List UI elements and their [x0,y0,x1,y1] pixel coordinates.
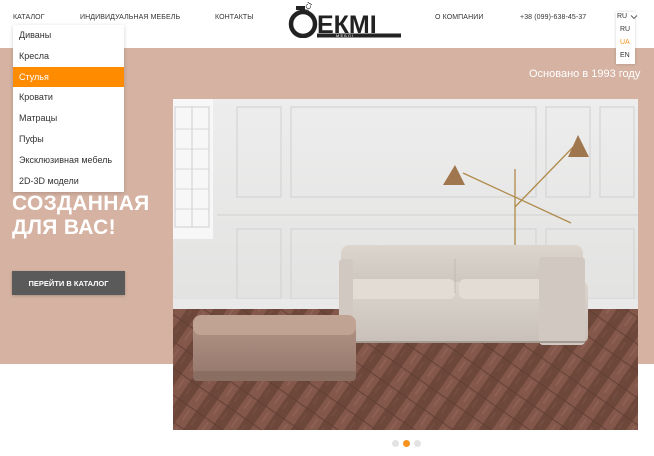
catalog-item-poufs[interactable]: Пуфы [13,129,124,150]
ekmi-logo[interactable]: АСПС ЕКМІ М Е Б Л І [286,2,404,38]
headline-line-2: ДЛЯ ВАС! [12,216,116,239]
slider-dot-3[interactable] [414,440,421,447]
catalog-item-beds[interactable]: Кровати [13,87,124,108]
logo-subtitle: М Е Б Л І [336,33,353,38]
living-room-sofa-photo [173,99,638,430]
nav-catalog[interactable]: КАТАЛОГ [13,14,45,21]
nav-individual-furniture[interactable]: ИНДИВИДУАЛЬНАЯ МЕБЕЛЬ [80,14,180,21]
founded-text: Основано в 1993 году [529,68,641,80]
catalog-item-mattresses[interactable]: Матрацы [13,108,124,129]
headline-line-1: СОЗДАННАЯ [12,192,150,215]
slider-dot-1[interactable] [392,440,399,447]
catalog-item-sofas[interactable]: Диваны [13,25,124,46]
catalog-item-exclusive[interactable]: Эксклюзивная мебель [13,150,124,171]
slider-dot-2[interactable] [403,440,410,447]
language-option-en[interactable]: EN [620,52,630,59]
catalog-item-2d-3d-models[interactable]: 2D-3D модели [13,171,124,192]
catalog-item-chairs[interactable]: Стулья [13,66,124,88]
phone-link[interactable]: +38 (099)-638-45-37 [520,14,586,21]
nav-contacts[interactable]: КОНТАКТЫ [215,14,254,21]
nav-about[interactable]: О КОМПАНИИ [435,14,483,21]
go-to-catalog-button[interactable]: ПЕРЕЙТИ В КАТАЛОГ [12,271,125,295]
hero-headline: СОЗДАННАЯ ДЛЯ ВАС! [12,192,150,240]
language-current[interactable]: RU [617,13,627,20]
catalog-item-armchairs[interactable]: Кресла [13,46,124,67]
chevron-down-icon[interactable] [630,14,638,20]
language-option-ru[interactable]: RU [620,26,630,33]
slider-dots [392,440,421,447]
language-option-ua[interactable]: UA [620,39,630,46]
catalog-dropdown: Диваны Кресла Стулья Кровати Матрацы Пуф… [13,25,124,192]
